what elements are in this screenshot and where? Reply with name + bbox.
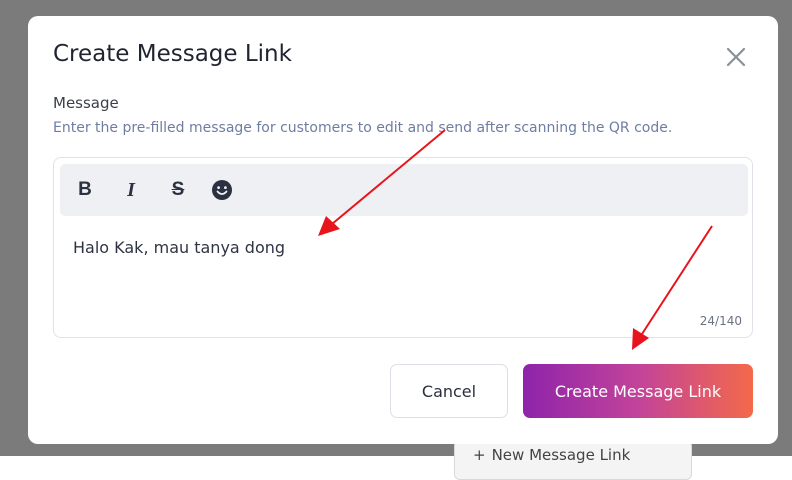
character-count: 24/140 (699, 314, 742, 328)
italic-button[interactable]: I (118, 177, 144, 203)
message-text[interactable]: Halo Kak, mau tanya dong (73, 238, 285, 257)
dialog-title: Create Message Link (53, 41, 292, 67)
create-message-link-button[interactable]: Create Message Link (523, 364, 753, 418)
create-message-link-dialog: Create Message Link Message Enter the pr… (28, 16, 778, 444)
emoji-button[interactable] (209, 177, 235, 203)
message-field-help: Enter the pre-filled message for custome… (53, 120, 673, 136)
message-editor[interactable]: B I S Halo Kak, mau tanya dong 24/140 (53, 157, 753, 338)
strikethrough-button[interactable]: S (165, 177, 191, 203)
editor-toolbar: B I S (60, 164, 748, 216)
bold-button[interactable]: B (72, 177, 98, 203)
emoji-icon (212, 180, 232, 200)
plus-icon: + (473, 446, 486, 464)
close-icon (726, 47, 746, 67)
new-message-link-button: + New Message Link (454, 440, 692, 480)
message-field-label: Message (53, 94, 119, 112)
cancel-button[interactable]: Cancel (390, 364, 508, 418)
close-button[interactable] (724, 45, 748, 69)
new-message-link-label: New Message Link (491, 446, 631, 464)
